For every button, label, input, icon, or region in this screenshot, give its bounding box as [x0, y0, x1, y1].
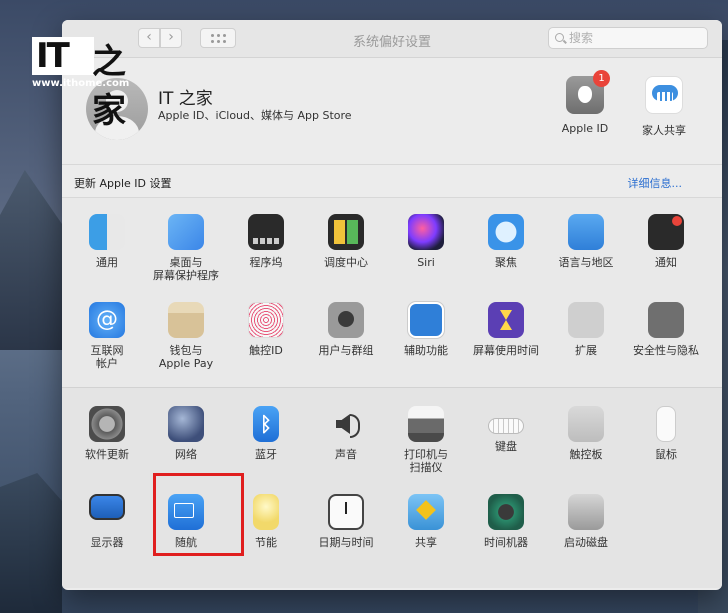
- fingerprint-icon: [248, 302, 284, 338]
- dock-icon: [248, 214, 284, 250]
- pref-trackpad[interactable]: 触控板: [546, 406, 626, 461]
- users-icon: [328, 302, 364, 338]
- pref-bluetooth[interactable]: ᛒ 蓝牙: [226, 406, 306, 461]
- pref-time-machine[interactable]: 时间机器: [466, 494, 546, 549]
- pref-accessibility[interactable]: 辅助功能: [386, 302, 466, 357]
- pref-internet-accounts[interactable]: @ 互联网 帐户: [67, 302, 147, 370]
- wallet-icon: [168, 302, 204, 338]
- gear-icon: [89, 406, 125, 442]
- mission-control-icon: [328, 214, 364, 250]
- globe-icon: [168, 406, 204, 442]
- account-subtitle: Apple ID、iCloud、媒体与 App Store: [158, 109, 352, 122]
- details-link[interactable]: 详细信息...: [628, 175, 683, 191]
- pref-wallet-applepay[interactable]: 钱包与 Apple Pay: [146, 302, 226, 370]
- pref-general[interactable]: 通用: [67, 214, 147, 269]
- search-placeholder: 搜索: [569, 31, 594, 45]
- family-sharing-label: 家人共享: [642, 124, 686, 137]
- bluetooth-icon: ᛒ: [253, 406, 279, 442]
- family-sharing-button[interactable]: 家人共享: [629, 76, 699, 138]
- pref-mouse[interactable]: 鼠标: [626, 406, 706, 461]
- wallpaper-rocks: [0, 473, 62, 613]
- desktop-icon: [168, 214, 204, 250]
- pref-security-privacy[interactable]: 安全性与隐私: [626, 302, 706, 357]
- pref-desktop-screensaver[interactable]: 桌面与 屏幕保护程序: [146, 214, 226, 282]
- pref-sound[interactable]: 声音: [306, 406, 386, 461]
- time-machine-icon: [488, 494, 524, 530]
- pref-network[interactable]: 网络: [146, 406, 226, 461]
- pref-date-time[interactable]: 日期与时间: [306, 494, 386, 549]
- pref-extensions[interactable]: 扩展: [546, 302, 626, 357]
- watermark-brand: IT: [36, 36, 70, 76]
- search-input[interactable]: 搜索: [548, 27, 708, 49]
- keyboard-icon: [488, 418, 524, 434]
- spotlight-icon: [488, 214, 524, 250]
- apple-id-button[interactable]: 1 Apple ID: [550, 70, 620, 135]
- pref-software-update[interactable]: 软件更新: [67, 406, 147, 461]
- title-bar: ‹ › 系统偏好设置 搜索: [62, 20, 722, 58]
- wallpaper-mountain: [0, 170, 62, 350]
- update-apple-id-text: 更新 Apple ID 设置: [74, 177, 172, 190]
- family-sharing-icon: [645, 76, 683, 114]
- sidecar-highlight-box: [153, 473, 244, 556]
- pref-printers-scanners[interactable]: 打印机与 扫描仪: [386, 406, 466, 474]
- pref-startup-disk[interactable]: 启动磁盘: [546, 494, 626, 549]
- pref-spotlight[interactable]: 聚焦: [466, 214, 546, 269]
- hourglass-icon: [488, 302, 524, 338]
- printer-icon: [408, 406, 444, 442]
- house-lock-icon: [648, 302, 684, 338]
- pref-sharing[interactable]: 共享: [386, 494, 466, 549]
- siri-icon: [408, 214, 444, 250]
- apple-id-icon: 1: [566, 70, 610, 114]
- hard-drive-icon: [568, 494, 604, 530]
- puzzle-icon: [568, 302, 604, 338]
- update-apple-id-banner: 更新 Apple ID 设置 详细信息...: [62, 164, 722, 198]
- account-header: IT 之家 Apple ID、iCloud、媒体与 App Store 1 Ap…: [62, 58, 722, 164]
- general-icon: [89, 214, 125, 250]
- lightbulb-icon: [253, 494, 279, 530]
- pref-keyboard[interactable]: 键盘: [466, 406, 546, 453]
- pref-touch-id[interactable]: 触控ID: [226, 302, 306, 357]
- mouse-icon: [656, 406, 676, 442]
- personal-preferences-section: 通用 桌面与 屏幕保护程序 程序坞 调度中心 Siri 聚焦 语言与地区 通知 …: [62, 198, 722, 388]
- trackpad-icon: [568, 406, 604, 442]
- pref-notifications[interactable]: 通知: [626, 214, 706, 269]
- monitor-icon: [89, 494, 125, 520]
- speaker-icon: [328, 406, 364, 442]
- pref-siri[interactable]: Siri: [386, 214, 466, 269]
- accessibility-icon: [408, 302, 444, 338]
- watermark-url: www.ithome.com: [32, 78, 130, 89]
- clock-icon: [328, 494, 364, 530]
- pref-screen-time[interactable]: 屏幕使用时间: [466, 302, 546, 357]
- pref-dock[interactable]: 程序坞: [226, 214, 306, 269]
- notification-badge: 1: [593, 70, 610, 87]
- account-name: IT 之家: [158, 89, 213, 109]
- search-icon: [555, 33, 564, 42]
- apple-id-label: Apple ID: [561, 122, 609, 135]
- notifications-icon: [648, 214, 684, 250]
- pref-users-groups[interactable]: 用户与群组: [306, 302, 386, 357]
- ithome-watermark: IT 之家 www.ithome.com: [10, 32, 129, 131]
- at-sign-icon: @: [89, 302, 125, 338]
- flag-icon: [568, 214, 604, 250]
- pref-displays[interactable]: 显示器: [67, 494, 147, 549]
- folder-sharing-icon: [408, 494, 444, 530]
- pref-language-region[interactable]: 语言与地区: [546, 214, 626, 269]
- pref-mission-control[interactable]: 调度中心: [306, 214, 386, 269]
